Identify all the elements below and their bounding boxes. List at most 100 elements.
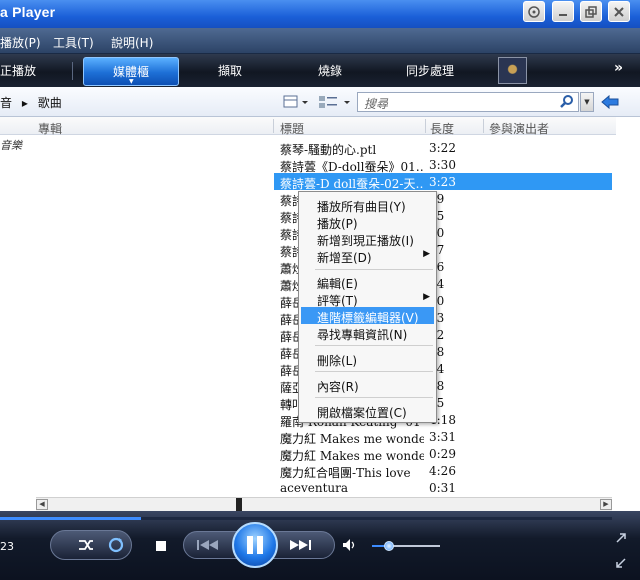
column-album[interactable]: 專輯 [38,120,62,137]
tab-rip[interactable]: 擷取 [218,62,242,79]
restore-button[interactable] [580,1,602,22]
table-row[interactable]: 魔力紅 Makes me wonder鈴0:29 [274,445,612,463]
shuffle-repeat-group [50,530,132,560]
column-artist[interactable]: 參與演出者 [489,120,549,137]
arrow-left-icon [601,94,619,110]
menu-item-advanced-tag-editor[interactable]: 進階標籤編輯器(V) [301,307,434,325]
table-row[interactable]: 魔力紅合唱團-This love 4:26 [274,462,612,480]
table-row[interactable]: aceventura 0:31 [274,479,612,496]
scroll-thumb[interactable] [236,498,242,511]
menu-play[interactable]: 播放(P) [0,34,41,51]
fullscreen-icon[interactable] [614,531,628,548]
library-toolbar: 音 ▸ 歌曲 搜尋 ▼ [0,87,640,117]
tab-sync[interactable]: 同步處理 [406,62,454,79]
minimize-button[interactable] [552,1,574,22]
restore-icon [585,6,597,18]
menu-separator [315,371,433,372]
table-row[interactable]: 魔力紅 Makes me wonder…3:31 [274,428,612,446]
compact-mode-icon[interactable] [614,556,628,573]
menu-item-add-now-playing[interactable]: 新增到現正播放(I) [301,230,434,248]
layout-icon [283,95,308,108]
breadcrumb-separator: ▸ [21,96,28,110]
song-length: 3:22 [429,141,456,155]
task-bar: 正播放 媒體櫃 ▼ 擷取 燒錄 同步處理 [0,54,640,87]
tab-library[interactable]: 媒體櫃 ▼ [83,57,179,86]
seek-bar-fill [0,517,141,520]
submenu-arrow-icon: ▶ [423,292,430,302]
volume-slider-knob[interactable] [384,541,394,551]
search-icon[interactable] [560,95,574,112]
table-row[interactable]: 蔡琴-騷動的心.ptl 3:22 [274,139,612,157]
table-row[interactable]: 蔡詩蕓《D-doll蚕朵》01… 3:30 [274,156,612,174]
scroll-left-button[interactable]: ◀ [36,499,48,510]
table-row[interactable]: 蔡詩蕓-D doll蚕朵-02-天… 3:23 [274,173,612,191]
menu-help[interactable]: 說明(H) [111,34,153,51]
view-options-button[interactable] [318,94,352,113]
column-divider[interactable] [273,119,274,133]
song-title: aceventura [280,481,349,495]
search-input[interactable]: 搜尋 [357,92,579,112]
view-options-icon [319,96,350,108]
pause-icon-bar [257,536,263,554]
song-length: 0:29 [429,447,456,461]
menu-item-play[interactable]: 播放(P) [301,213,434,231]
menu-separator [315,269,433,270]
horizontal-scrollbar[interactable]: ◀ ▶ [36,497,612,511]
menu-separator [315,345,433,346]
search-dropdown-button[interactable]: ▼ [580,92,594,112]
breadcrumb: 音 ▸ 歌曲 [0,94,68,111]
title-bar: a Player [0,0,640,28]
navigation-pane-label[interactable]: 音樂 [0,137,22,153]
more-tasks-button[interactable]: » [614,60,623,76]
tab-burn[interactable]: 燒錄 [318,62,342,79]
pause-icon [247,536,253,554]
media-player-window: a Player 播放(P) 工具(T) 說明(H) 正播放 媒體櫃 ▼ 擷取 … [0,0,640,580]
album-art-thumbnail[interactable] [498,57,527,84]
column-title[interactable]: 標題 [280,120,304,137]
menu-item-play-all[interactable]: 播放所有曲目(Y) [301,196,434,214]
column-divider[interactable] [425,119,426,133]
menu-item-edit[interactable]: 編輯(E) [301,273,434,291]
tab-library-label: 媒體櫃 [112,65,149,79]
tab-now-playing[interactable]: 正播放 [0,62,36,79]
close-button[interactable] [608,1,630,22]
layout-options-button[interactable] [283,94,309,113]
column-length[interactable]: 長度 [430,120,454,137]
seek-bar[interactable] [0,517,612,520]
next-icon[interactable] [288,539,312,554]
back-button[interactable] [601,94,619,112]
switch-mode-button[interactable] [523,1,545,22]
divider [72,62,73,80]
circle-icon [528,6,540,18]
menu-item-add-to[interactable]: 新增至(D) ▶ [301,247,434,265]
elapsed-time: 23 [0,540,14,553]
vertical-scroll-area[interactable] [616,117,640,497]
menu-tools[interactable]: 工具(T) [53,34,94,51]
column-divider[interactable] [483,119,484,133]
close-icon [614,7,624,17]
submenu-arrow-icon: ▶ [423,249,430,259]
menu-item-properties[interactable]: 內容(R) [301,376,434,394]
chevron-down-icon: ▼ [129,78,134,85]
speaker-icon[interactable] [342,538,356,555]
song-length: 4:26 [429,464,456,478]
shuffle-icon[interactable] [77,536,95,557]
play-pause-button[interactable] [232,522,278,568]
menu-item-delete[interactable]: 刪除(L) [301,350,434,368]
song-length: 3:23 [429,175,456,189]
previous-icon[interactable] [196,539,220,554]
minimize-icon [559,14,567,16]
menu-item-rate[interactable]: 評等(T) ▶ [301,290,434,308]
song-length: 3:31 [429,430,456,444]
menu-item-find-album-info[interactable]: 尋找專輯資訊(N) [301,324,434,342]
column-header-row: 專輯 標題 長度 參與演出者 [0,117,616,137]
song-length: 3:30 [429,158,456,172]
repeat-icon[interactable] [107,536,125,557]
scroll-right-button[interactable]: ▶ [600,499,612,510]
stop-icon[interactable] [155,540,167,555]
menu-separator [315,397,433,398]
breadcrumb-root[interactable]: 音 [0,96,12,110]
breadcrumb-songs[interactable]: 歌曲 [38,96,62,110]
menu-item-open-file-location[interactable]: 開啟檔案位置(C) [301,402,434,420]
song-length: 0:31 [429,481,456,495]
